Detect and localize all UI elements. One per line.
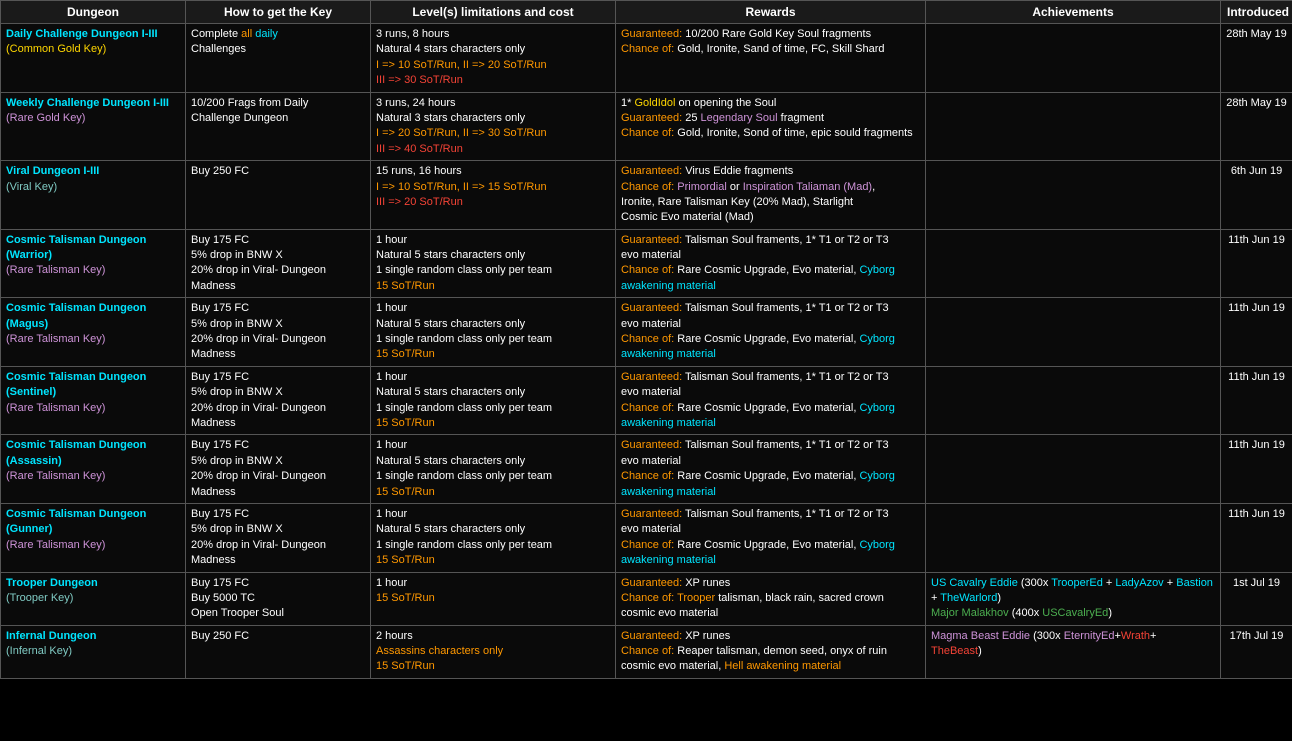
rewards-cell: Guaranteed: Talisman Soul framents, 1* T… bbox=[616, 298, 926, 367]
key-name: (Rare Talisman Key) bbox=[6, 332, 180, 347]
dungeon-cell: Weekly Challenge Dungeon I-III (Rare Gold… bbox=[1, 92, 186, 161]
achievements-cell bbox=[926, 298, 1221, 367]
level-cell: 1 hourNatural 5 stars characters only1 s… bbox=[371, 366, 616, 435]
key-name: (Rare Talisman Key) bbox=[6, 538, 180, 553]
achievements-cell bbox=[926, 435, 1221, 504]
table-row: Trooper Dungeon (Trooper Key) Buy 175 FCBu… bbox=[1, 572, 1292, 625]
level-cell: 1 hourNatural 5 stars characters only1 s… bbox=[371, 435, 616, 504]
rewards-cell: Guaranteed: Virus Eddie fragmentsChance … bbox=[616, 161, 926, 230]
rewards-cell: Guaranteed: Talisman Soul framents, 1* T… bbox=[616, 503, 926, 572]
rewards-cell: Guaranteed: Talisman Soul framents, 1* T… bbox=[616, 229, 926, 298]
introduced-cell: 28th May 19 bbox=[1221, 92, 1292, 161]
how-to-get-cell: Complete all dailyChallenges bbox=[186, 24, 371, 93]
how-to-get-cell: Buy 250 FC bbox=[186, 161, 371, 230]
how-to-get-cell: Buy 175 FC5% drop in BNW X20% drop in Vi… bbox=[186, 229, 371, 298]
table-row: Cosmic Talisman Dungeon (Sentinel) (Rare … bbox=[1, 366, 1292, 435]
table-row: Cosmic Talisman Dungeon (Warrior) (Rare T… bbox=[1, 229, 1292, 298]
dungeon-name: Weekly Challenge Dungeon I-III bbox=[6, 97, 169, 109]
level-cell: 3 runs, 8 hoursNatural 4 stars character… bbox=[371, 24, 616, 93]
table-row: Viral Dungeon I-III (Viral Key) Buy 250 FC… bbox=[1, 161, 1292, 230]
dungeon-name: Cosmic Talisman Dungeon (Sentinel) bbox=[6, 371, 146, 398]
key-name: (Rare Talisman Key) bbox=[6, 263, 180, 278]
header-rewards: Rewards bbox=[616, 1, 926, 24]
achievements-cell bbox=[926, 503, 1221, 572]
header-dungeon: Dungeon bbox=[1, 1, 186, 24]
table-row: Cosmic Talisman Dungeon (Gunner) (Rare Ta… bbox=[1, 503, 1292, 572]
dungeon-cell: Cosmic Talisman Dungeon (Warrior) (Rare T… bbox=[1, 229, 186, 298]
key-name: (Trooper Key) bbox=[6, 591, 180, 606]
rewards-cell: Guaranteed: Talisman Soul framents, 1* T… bbox=[616, 366, 926, 435]
achievements-cell bbox=[926, 92, 1221, 161]
achievements-cell bbox=[926, 161, 1221, 230]
rewards-cell: Guaranteed: 10/200 Rare Gold Key Soul fr… bbox=[616, 24, 926, 93]
achievements-cell bbox=[926, 24, 1221, 93]
header-introduced: Introduced bbox=[1221, 1, 1292, 24]
dungeon-cell: Viral Dungeon I-III (Viral Key) bbox=[1, 161, 186, 230]
introduced-cell: 11th Jun 19 bbox=[1221, 366, 1292, 435]
header-key: How to get the Key bbox=[186, 1, 371, 24]
table-row: Cosmic Talisman Dungeon (Magus) (Rare Tal… bbox=[1, 298, 1292, 367]
table-row: Weekly Challenge Dungeon I-III (Rare Gold… bbox=[1, 92, 1292, 161]
how-to-get-cell: Buy 175 FC5% drop in BNW X20% drop in Vi… bbox=[186, 503, 371, 572]
dungeon-name: Viral Dungeon I-III bbox=[6, 165, 99, 177]
introduced-cell: 28th May 19 bbox=[1221, 24, 1292, 93]
dungeon-name: Cosmic Talisman Dungeon (Magus) bbox=[6, 302, 146, 329]
dungeon-name: Cosmic Talisman Dungeon (Assassin) bbox=[6, 439, 146, 466]
header-level: Level(s) limitations and cost bbox=[371, 1, 616, 24]
level-cell: 1 hourNatural 5 stars characters only1 s… bbox=[371, 503, 616, 572]
achievements-cell: US Cavalry Eddie (300x TrooperEd + LadyA… bbox=[926, 572, 1221, 625]
achievements-cell bbox=[926, 229, 1221, 298]
key-name: (Common Gold Key) bbox=[6, 42, 180, 57]
level-cell: 1 hourNatural 5 stars characters only1 s… bbox=[371, 298, 616, 367]
dungeon-name: Cosmic Talisman Dungeon (Warrior) bbox=[6, 234, 146, 261]
dungeon-cell: Cosmic Talisman Dungeon (Gunner) (Rare Ta… bbox=[1, 503, 186, 572]
rewards-cell: Guaranteed: XP runesChance of: Trooper t… bbox=[616, 572, 926, 625]
introduced-cell: 11th Jun 19 bbox=[1221, 229, 1292, 298]
level-cell: 1 hour15 SoT/Run bbox=[371, 572, 616, 625]
achievements-cell: Magma Beast Eddie (300x EternityEd+Wrath… bbox=[926, 625, 1221, 678]
how-to-get-cell: Buy 175 FC5% drop in BNW X20% drop in Vi… bbox=[186, 435, 371, 504]
dungeon-cell: Cosmic Talisman Dungeon (Sentinel) (Rare … bbox=[1, 366, 186, 435]
key-name: (Rare Gold Key) bbox=[6, 111, 180, 126]
how-to-get-cell: Buy 250 FC bbox=[186, 625, 371, 678]
dungeon-cell: Daily Challenge Dungeon I-III (Common Gol… bbox=[1, 24, 186, 93]
introduced-cell: 1st Jul 19 bbox=[1221, 572, 1292, 625]
key-name: (Infernal Key) bbox=[6, 644, 180, 659]
how-to-get-cell: Buy 175 FC5% drop in BNW X20% drop in Vi… bbox=[186, 298, 371, 367]
dungeon-cell: Cosmic Talisman Dungeon (Magus) (Rare Tal… bbox=[1, 298, 186, 367]
rewards-cell: 1* GoldIdol on opening the SoulGuarantee… bbox=[616, 92, 926, 161]
header-achievements: Achievements bbox=[926, 1, 1221, 24]
table-row: Daily Challenge Dungeon I-III (Common Gol… bbox=[1, 24, 1292, 93]
introduced-cell: 6th Jun 19 bbox=[1221, 161, 1292, 230]
table-row: Cosmic Talisman Dungeon (Assassin) (Rare … bbox=[1, 435, 1292, 504]
dungeon-name: Cosmic Talisman Dungeon (Gunner) bbox=[6, 508, 146, 535]
dungeon-name: Trooper Dungeon bbox=[6, 577, 98, 589]
dungeon-name: Daily Challenge Dungeon I-III bbox=[6, 28, 158, 40]
dungeon-cell: Infernal Dungeon (Infernal Key) bbox=[1, 625, 186, 678]
how-to-get-cell: Buy 175 FC5% drop in BNW X20% drop in Vi… bbox=[186, 366, 371, 435]
key-name: (Rare Talisman Key) bbox=[6, 469, 180, 484]
introduced-cell: 17th Jul 19 bbox=[1221, 625, 1292, 678]
introduced-cell: 11th Jun 19 bbox=[1221, 503, 1292, 572]
dungeon-cell: Trooper Dungeon (Trooper Key) bbox=[1, 572, 186, 625]
introduced-cell: 11th Jun 19 bbox=[1221, 298, 1292, 367]
level-cell: 3 runs, 24 hoursNatural 3 stars characte… bbox=[371, 92, 616, 161]
how-to-get-cell: 10/200 Frags from DailyChallenge Dungeon bbox=[186, 92, 371, 161]
level-cell: 2 hoursAssassins characters only15 SoT/R… bbox=[371, 625, 616, 678]
level-cell: 15 runs, 16 hoursI => 10 SoT/Run, II => … bbox=[371, 161, 616, 230]
rewards-cell: Guaranteed: XP runesChance of: Reaper ta… bbox=[616, 625, 926, 678]
key-name: (Viral Key) bbox=[6, 180, 180, 195]
how-to-get-cell: Buy 175 FCBuy 5000 TCOpen Trooper Soul bbox=[186, 572, 371, 625]
dungeon-name: Infernal Dungeon bbox=[6, 630, 96, 642]
table-row: Infernal Dungeon (Infernal Key) Buy 250 FC… bbox=[1, 625, 1292, 678]
key-name: (Rare Talisman Key) bbox=[6, 401, 180, 416]
rewards-cell: Guaranteed: Talisman Soul framents, 1* T… bbox=[616, 435, 926, 504]
dungeon-cell: Cosmic Talisman Dungeon (Assassin) (Rare … bbox=[1, 435, 186, 504]
dungeon-table: Dungeon How to get the Key Level(s) limi… bbox=[0, 0, 1292, 679]
introduced-cell: 11th Jun 19 bbox=[1221, 435, 1292, 504]
level-cell: 1 hourNatural 5 stars characters only1 s… bbox=[371, 229, 616, 298]
achievements-cell bbox=[926, 366, 1221, 435]
